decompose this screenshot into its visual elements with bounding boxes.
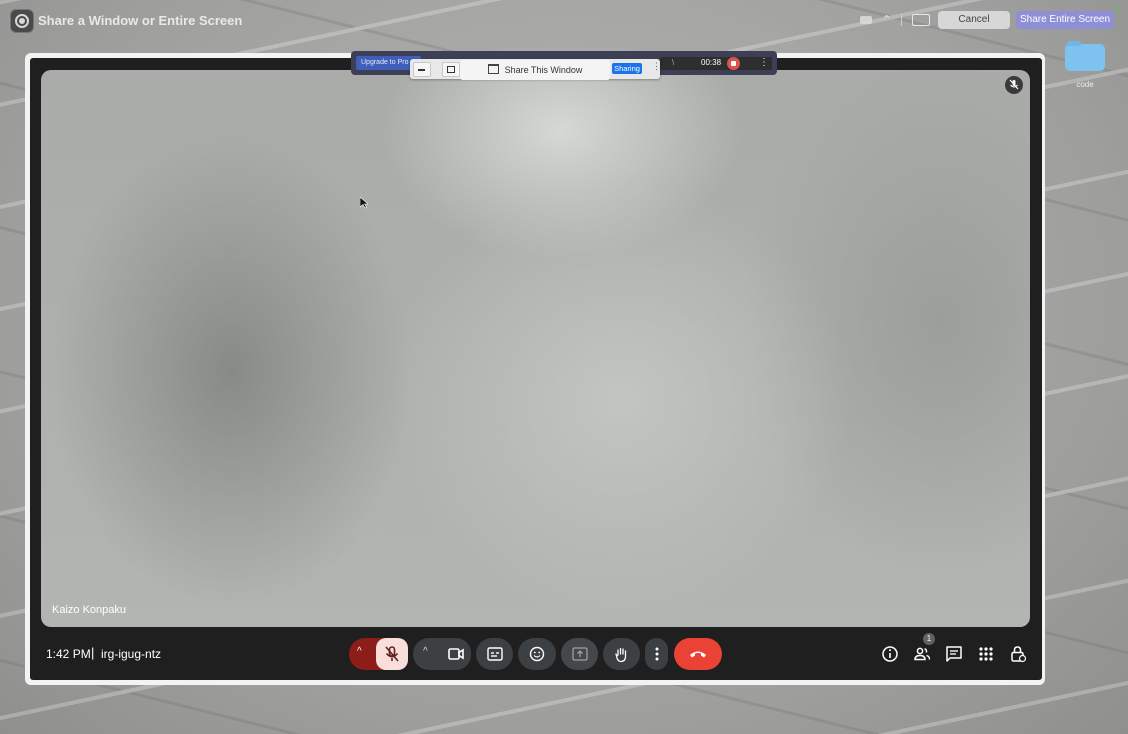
share-entire-screen-button[interactable]: Share Entire Screen — [1016, 11, 1114, 29]
more-options-button[interactable] — [645, 638, 668, 670]
recording-timer: 00:38 — [701, 58, 722, 67]
mic-options-chevron-icon[interactable]: ^ — [357, 646, 362, 657]
emoji-icon — [529, 646, 545, 662]
display-options: ⌃ — [860, 13, 931, 26]
closed-captions-icon — [486, 647, 503, 661]
info-icon[interactable] — [881, 645, 899, 663]
share-window-toggle-button[interactable] — [442, 62, 460, 77]
camera-toggle-button[interactable] — [441, 638, 471, 670]
minimize-button[interactable] — [413, 62, 431, 77]
present-screen-button[interactable] — [561, 638, 598, 670]
folder-label: code — [1076, 80, 1094, 89]
lock-person-icon[interactable] — [1009, 645, 1027, 663]
muted-indicator — [1005, 76, 1023, 94]
participant-name: Kaizo Konpaku — [52, 604, 126, 616]
more-vert-icon[interactable]: ⋮ — [759, 57, 769, 68]
raise-hand-icon — [614, 647, 626, 662]
share-chooser-title: Share a Window or Entire Screen — [38, 13, 243, 28]
share-this-window-button[interactable]: Share This Window — [460, 60, 610, 80]
divider — [901, 13, 903, 26]
more-vert-icon — [655, 647, 658, 661]
divider: | — [91, 645, 95, 660]
stop-recording-button[interactable] — [727, 57, 740, 70]
drag-handle-icon[interactable]: ⋮ — [652, 61, 661, 72]
status-dot-icon — [1116, 8, 1119, 11]
raise-hand-button[interactable] — [603, 638, 640, 670]
cancel-button[interactable]: Cancel — [938, 11, 1010, 29]
folder-icon[interactable] — [1065, 41, 1105, 71]
videocam-icon — [448, 648, 464, 660]
people-count-badge: 1 — [923, 633, 935, 645]
captions-button[interactable] — [476, 638, 513, 670]
leave-call-button[interactable] — [674, 638, 722, 670]
meeting-code: irg-igug-ntz — [101, 647, 162, 661]
window-layout-icon[interactable] — [912, 13, 931, 26]
mic-toggle-button[interactable] — [376, 638, 408, 670]
mic-off-icon — [1009, 79, 1019, 90]
chat-icon[interactable] — [945, 645, 963, 663]
pen-icon[interactable]: \ — [672, 58, 674, 67]
chevron-icon[interactable]: ⌃ — [882, 13, 891, 26]
mouse-cursor-icon — [360, 197, 368, 209]
mic-off-icon — [385, 646, 399, 662]
display-icon[interactable] — [860, 15, 872, 24]
apps-grid-icon[interactable] — [977, 645, 995, 663]
camera-options-chevron-icon[interactable]: ^ — [423, 646, 428, 657]
people-icon[interactable] — [913, 645, 931, 663]
window-icon — [487, 64, 499, 74]
emoji-reaction-button[interactable] — [518, 638, 556, 670]
call-end-icon — [690, 651, 706, 658]
share-chooser-bar: Share a Window or Entire Screen ⌃ Cancel… — [0, 0, 1128, 40]
participant-video-tile[interactable] — [41, 70, 1030, 627]
meeting-time: 1:42 PM — [46, 647, 91, 661]
screen-share-app-icon — [10, 9, 34, 33]
share-this-window-label: Share This Window — [504, 65, 583, 75]
sharing-badge: Sharing — [612, 63, 642, 74]
present-screen-icon — [571, 647, 588, 661]
